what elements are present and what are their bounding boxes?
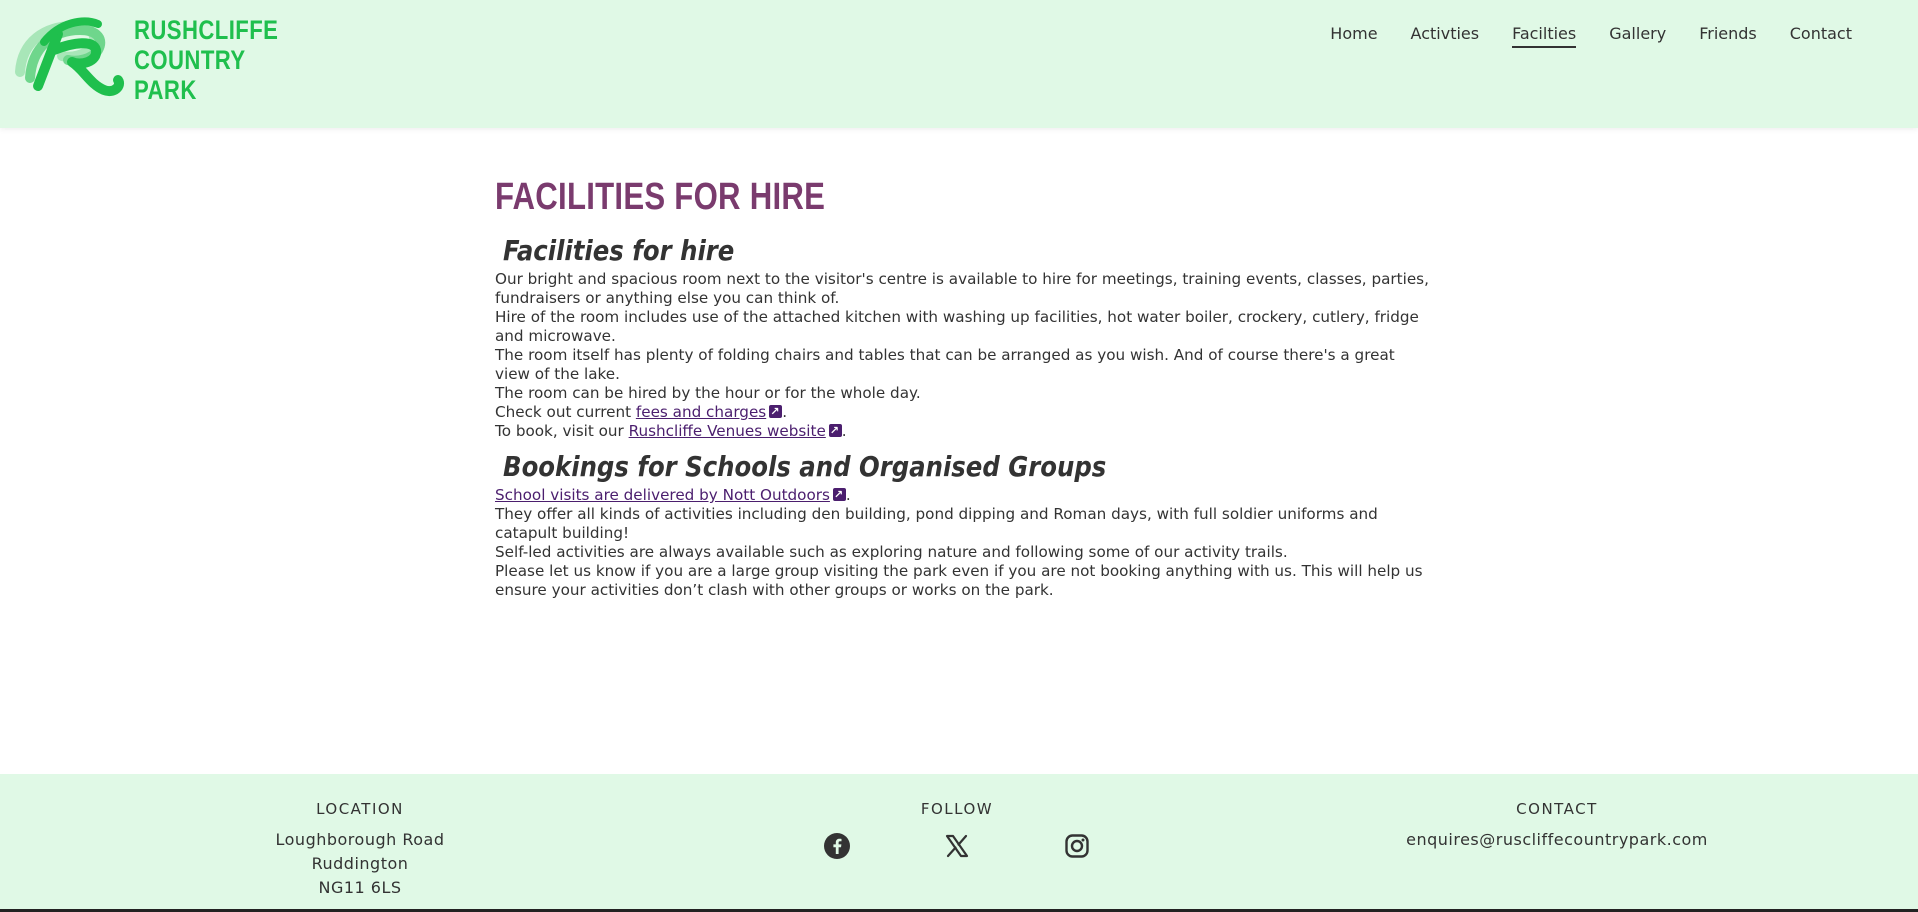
facebook-icon xyxy=(824,833,850,859)
brand-line-2: COUNTRY xyxy=(134,45,246,75)
footer-follow: FOLLOW xyxy=(817,800,1097,864)
fees-paragraph: Check out current fees and charges. xyxy=(495,402,1430,422)
facilities-paragraph-4: The room can be hired by the hour or for… xyxy=(495,384,921,402)
footer-contact: CONTACT enquires@ruscliffecountrypark.co… xyxy=(1357,800,1757,852)
social-links xyxy=(817,832,1097,864)
booking-paragraph: To book, visit our Rushcliffe Venues web… xyxy=(495,421,1430,441)
footer-contact-title: CONTACT xyxy=(1516,800,1598,818)
school-visits-paragraph: School visits are delivered by Nott Outd… xyxy=(495,485,1430,505)
site-header: RUSHCLIFFE COUNTRY PARK Home Activties F… xyxy=(0,0,1918,128)
page-title: FACILITIES FOR HIRE xyxy=(495,176,826,218)
fees-link-label: fees and charges xyxy=(635,403,767,421)
main-content: FACILITIES FOR HIRE Facilities for hire … xyxy=(495,176,1430,600)
fees-prefix: Check out current xyxy=(495,403,636,421)
footer-location-title: LOCATION xyxy=(316,800,404,818)
nav-activities[interactable]: Activties xyxy=(1411,24,1480,48)
booking-suffix: . xyxy=(841,422,847,440)
bookings-paragraph-3: Self-led activities are always available… xyxy=(495,543,1288,561)
contact-email-link[interactable]: enquires@ruscliffecountrypark.com xyxy=(1406,830,1708,849)
nav-friends[interactable]: Friends xyxy=(1699,24,1757,48)
nav-contact[interactable]: Contact xyxy=(1790,24,1852,48)
facilities-paragraph-1: Our bright and spacious room next to the… xyxy=(495,270,1429,307)
rushcliffe-r-logo-icon xyxy=(15,17,124,96)
brand-line-1: RUSHCLIFFE xyxy=(134,15,279,45)
nott-outdoors-link-label: School visits are delivered by Nott Outd… xyxy=(495,486,830,504)
facilities-paragraph-2: Hire of the room includes use of the att… xyxy=(495,308,1419,345)
booking-prefix: To book, visit our xyxy=(495,422,629,440)
external-link-icon xyxy=(769,402,783,421)
footer-follow-title: FOLLOW xyxy=(920,800,994,818)
site-logo[interactable]: RUSHCLIFFE COUNTRY PARK xyxy=(14,12,310,105)
address-line-1: Loughborough Road xyxy=(275,830,445,849)
instagram-link[interactable] xyxy=(1063,832,1091,864)
x-link[interactable] xyxy=(943,832,971,864)
facilities-paragraph-3: The room itself has plenty of folding ch… xyxy=(495,346,1395,383)
bookings-paragraph-2: They offer all kinds of activities inclu… xyxy=(495,505,1378,542)
x-icon xyxy=(945,834,969,858)
bookings-paragraph-4: Please let us know if you are a large gr… xyxy=(495,562,1423,599)
nav-gallery[interactable]: Gallery xyxy=(1609,24,1666,48)
instagram-icon xyxy=(1065,834,1089,858)
external-link-icon xyxy=(828,421,842,440)
address-postcode: NG11 6LS xyxy=(318,878,402,897)
fees-suffix: . xyxy=(782,403,788,421)
section-title-facilities: Facilities for hire xyxy=(503,234,735,267)
external-link-icon xyxy=(832,485,846,504)
school-visits-suffix: . xyxy=(845,486,851,504)
rushcliffe-venues-link[interactable]: Rushcliffe Venues website xyxy=(628,421,842,440)
bookings-section: School visits are delivered by Nott Outd… xyxy=(495,485,1430,600)
footer-location: LOCATION Loughborough Road Ruddington NG… xyxy=(260,800,460,900)
brand-line-3: PARK xyxy=(134,75,197,105)
main-nav: Home Activties Facilties Gallery Friends… xyxy=(1297,24,1852,48)
venues-link-label: Rushcliffe Venues website xyxy=(628,422,826,440)
facilities-section: Our bright and spacious room next to the… xyxy=(495,270,1430,441)
fees-and-charges-link[interactable]: fees and charges xyxy=(635,402,783,421)
nav-facilities[interactable]: Facilties xyxy=(1512,24,1577,48)
site-footer: LOCATION Loughborough Road Ruddington NG… xyxy=(0,774,1918,912)
facebook-link[interactable] xyxy=(823,832,851,864)
brand-name: RUSHCLIFFE COUNTRY PARK xyxy=(134,15,278,105)
section-title-bookings: Bookings for Schools and Organised Group… xyxy=(503,450,1107,483)
address-line-2: Ruddington xyxy=(311,854,409,873)
nott-outdoors-link[interactable]: School visits are delivered by Nott Outd… xyxy=(495,485,846,504)
nav-home[interactable]: Home xyxy=(1330,24,1377,48)
